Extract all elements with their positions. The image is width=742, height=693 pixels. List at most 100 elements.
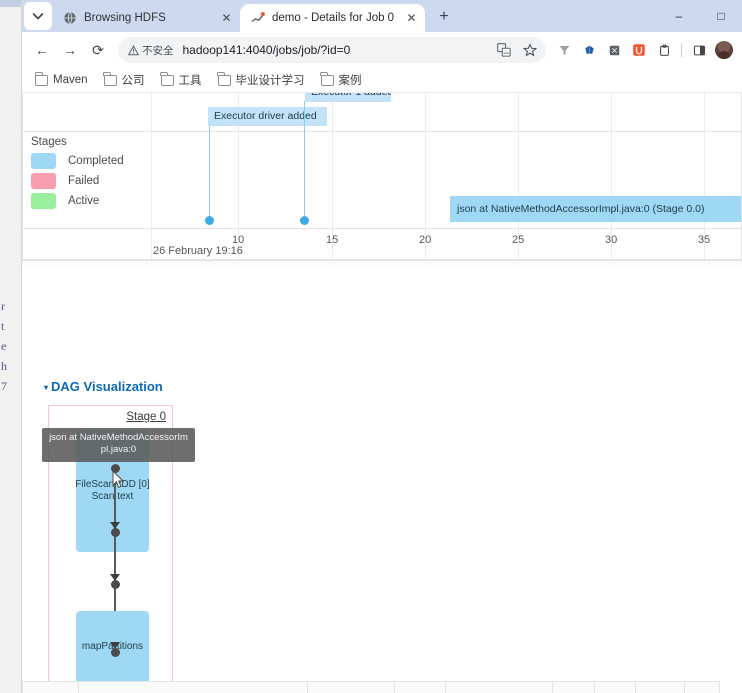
timeline-stage-bar[interactable]: json at NativeMethodAccessorImpl.java:0 … bbox=[450, 196, 741, 222]
minimize-button[interactable]: – bbox=[658, 0, 700, 32]
folder-icon bbox=[217, 72, 231, 86]
avatar bbox=[715, 41, 733, 59]
browser-toolbar: ← → ⟳ 不安全 hadoop141:4040/jobs/job/?id=0 bbox=[22, 32, 742, 68]
bookmark-label: 工具 bbox=[178, 75, 202, 87]
bookmark-maven[interactable]: Maven bbox=[28, 72, 95, 88]
close-icon[interactable]: ✕ bbox=[219, 11, 234, 26]
window-controls: – □ bbox=[658, 0, 742, 32]
tab-search-button[interactable] bbox=[24, 2, 52, 30]
timeline-event-label[interactable]: Executor 1 added bbox=[305, 93, 391, 102]
reload-button[interactable]: ⟳ bbox=[84, 36, 112, 64]
warning-triangle-icon bbox=[128, 44, 139, 55]
dag-visualization-title: DAG Visualization bbox=[51, 379, 163, 394]
bookmark-star-icon[interactable] bbox=[518, 38, 542, 62]
screenshot-icon[interactable] bbox=[602, 38, 626, 62]
legend-item-active: Active bbox=[31, 193, 124, 209]
background-window-titlebar bbox=[0, 0, 21, 7]
browser-window: Browsing HDFS ✕ demo - Details for Job 0… bbox=[22, 0, 742, 693]
dag-anchor-dot bbox=[111, 464, 120, 473]
axis-tick-label: 30 bbox=[605, 234, 618, 246]
legend-item-completed: Completed bbox=[31, 153, 124, 169]
legend-label: Failed bbox=[68, 175, 100, 187]
timeline-event-stem bbox=[209, 126, 210, 219]
folder-icon bbox=[34, 72, 48, 86]
bookmark-label: 毕业设计学习 bbox=[235, 75, 305, 87]
tab-demo-details-for-job-0[interactable]: demo - Details for Job 0 ✕ bbox=[240, 4, 425, 32]
url-text: hadoop141:4040/jobs/job/?id=0 bbox=[182, 43, 351, 57]
screenshot-root: r t e h 7 Browsing HDFS ✕ demo - Details… bbox=[0, 0, 742, 693]
timeline-event-dot[interactable] bbox=[205, 216, 214, 225]
legend-swatch bbox=[31, 173, 56, 189]
toolbar-divider bbox=[677, 38, 686, 62]
chevron-down-icon bbox=[32, 13, 44, 20]
bookmark-biyeshejixuexi[interactable]: 毕业设计学习 bbox=[211, 70, 312, 90]
spark-icon bbox=[250, 11, 265, 26]
new-tab-button[interactable]: + bbox=[431, 4, 457, 30]
dag-anchor-dot bbox=[111, 580, 120, 589]
gridline bbox=[23, 259, 741, 260]
legend-title: Stages bbox=[31, 136, 67, 148]
not-secure-indicator[interactable]: 不安全 bbox=[128, 43, 174, 58]
legend-label: Active bbox=[68, 195, 100, 207]
tab-strip: Browsing HDFS ✕ demo - Details for Job 0… bbox=[22, 0, 742, 32]
dag-anchor-dot bbox=[111, 648, 120, 657]
axis-tick-label: 25 bbox=[512, 234, 525, 246]
tab-title: demo - Details for Job 0 bbox=[272, 12, 395, 24]
timeline-event-label[interactable]: Executor driver added bbox=[208, 107, 327, 126]
page-gap bbox=[22, 261, 742, 267]
tab-browsing-hdfs[interactable]: Browsing HDFS ✕ bbox=[52, 4, 240, 32]
legend-item-failed: Failed bbox=[31, 173, 124, 189]
background-text-fragment: r bbox=[1, 299, 5, 313]
bookmark-gongsi[interactable]: 公司 bbox=[97, 70, 152, 90]
background-window-sliver: r t e h 7 bbox=[0, 0, 22, 693]
maximize-button[interactable]: □ bbox=[700, 0, 742, 32]
bookmark-gongju[interactable]: 工具 bbox=[154, 70, 209, 90]
omnibox-icons bbox=[492, 38, 542, 62]
gem-icon[interactable] bbox=[577, 38, 601, 62]
clipboard-icon[interactable] bbox=[652, 38, 676, 62]
bookmarks-bar: Maven 公司 工具 毕业设计学习 案例 bbox=[22, 68, 742, 93]
axis-tick-label: 35 bbox=[698, 234, 711, 246]
dag-stage-title[interactable]: Stage 0 bbox=[126, 411, 166, 423]
bookmark-anli[interactable]: 案例 bbox=[314, 70, 369, 90]
gridline bbox=[151, 93, 152, 260]
timeline-legend: Stages Completed Failed Active bbox=[31, 136, 124, 213]
translate-icon[interactable] bbox=[492, 38, 516, 62]
legend-swatch bbox=[31, 193, 56, 209]
caret-down-icon: ▾ bbox=[44, 383, 49, 392]
dag-visualization-section-header[interactable]: ▾ DAG Visualization bbox=[44, 379, 163, 394]
timeline-event-stem bbox=[304, 101, 305, 219]
background-text-fragment: e bbox=[1, 339, 7, 353]
folder-icon bbox=[320, 72, 334, 86]
address-bar[interactable]: 不安全 hadoop141:4040/jobs/job/?id=0 bbox=[118, 37, 546, 63]
back-button[interactable]: ← bbox=[28, 36, 56, 64]
close-icon[interactable]: ✕ bbox=[404, 11, 419, 26]
event-timeline-chart: Stages Completed Failed Active Executor … bbox=[22, 93, 742, 261]
gridline bbox=[23, 131, 741, 132]
folder-icon bbox=[103, 72, 117, 86]
dag-anchor-dot bbox=[111, 528, 120, 537]
timeline-event-dot[interactable] bbox=[300, 216, 309, 225]
dag-node-label: FileScanRDD [0] Scan text bbox=[75, 478, 150, 503]
bookmark-label: 公司 bbox=[121, 75, 145, 87]
background-text-fragment: t bbox=[1, 319, 5, 333]
completed-stages-table-header bbox=[22, 681, 720, 693]
legend-label: Completed bbox=[68, 155, 124, 167]
axis-origin-timestamp: 26 February 19:16 bbox=[153, 245, 243, 257]
not-secure-label: 不安全 bbox=[142, 44, 174, 57]
legend-swatch bbox=[31, 153, 56, 169]
globe-icon bbox=[62, 11, 77, 26]
folder-icon bbox=[160, 72, 174, 86]
side-panel-icon[interactable] bbox=[687, 38, 711, 62]
background-text-fragment: h bbox=[1, 359, 7, 373]
forward-button[interactable]: → bbox=[56, 36, 84, 64]
gridline bbox=[23, 228, 741, 229]
extension-icons bbox=[552, 38, 736, 62]
dag-node-tooltip: json at NativeMethodAccessorImpl.java:0 bbox=[42, 428, 195, 462]
vimium-funnel-icon[interactable] bbox=[552, 38, 576, 62]
axis-tick-label: 15 bbox=[326, 234, 339, 246]
u-extension-icon[interactable] bbox=[627, 38, 651, 62]
bookmark-label: 案例 bbox=[338, 75, 362, 87]
tab-title: Browsing HDFS bbox=[84, 12, 166, 24]
profile-avatar[interactable] bbox=[712, 38, 736, 62]
